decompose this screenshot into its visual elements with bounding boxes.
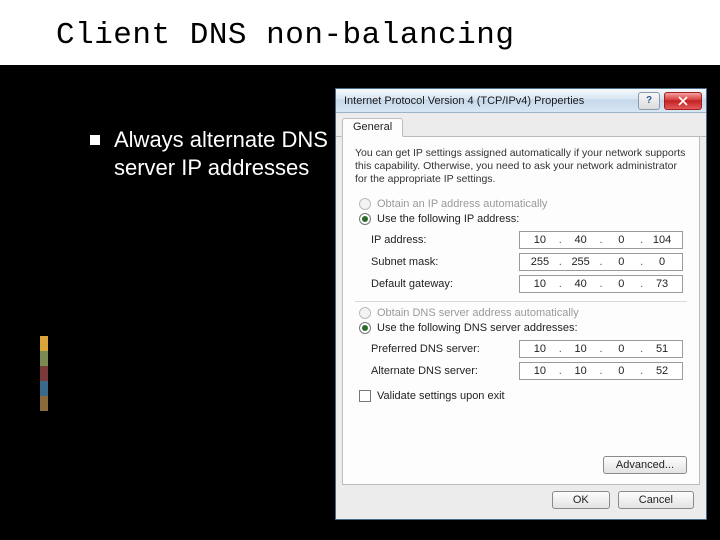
adns-input[interactable]: 10. 10. 0. 52 <box>519 362 683 380</box>
row-ip: IP address: 10. 40. 0. 104 <box>371 231 687 249</box>
radio-icon <box>359 322 371 334</box>
help-button[interactable]: ? <box>638 92 660 110</box>
radio-auto-ip[interactable]: Obtain an IP address automatically <box>359 198 687 210</box>
oct: 10 <box>527 365 553 377</box>
oct: 51 <box>649 343 675 355</box>
accent-stripe <box>40 336 48 411</box>
oct: 0 <box>608 343 634 355</box>
ip-input[interactable]: 10. 40. 0. 104 <box>519 231 683 249</box>
oct: 255 <box>527 256 553 268</box>
oct: 73 <box>649 278 675 290</box>
oct: 10 <box>527 278 553 290</box>
validate-label: Validate settings upon exit <box>377 390 505 402</box>
oct: 255 <box>568 256 594 268</box>
titlebar[interactable]: Internet Protocol Version 4 (TCP/IPv4) P… <box>336 89 706 113</box>
bullet-list: Always alternate DNS server IP addresses <box>90 126 340 182</box>
oct: 40 <box>568 234 594 246</box>
gw-label: Default gateway: <box>371 278 519 290</box>
advanced-button[interactable]: Advanced... <box>603 456 687 474</box>
ipv4-properties-dialog: Internet Protocol Version 4 (TCP/IPv4) P… <box>335 88 707 520</box>
oct: 10 <box>527 234 553 246</box>
gw-input[interactable]: 10. 40. 0. 73 <box>519 275 683 293</box>
bullet-text: Always alternate DNS server IP addresses <box>114 126 340 182</box>
tab-pane: You can get IP settings assigned automat… <box>342 137 700 485</box>
mask-input[interactable]: 255. 255. 0. 0 <box>519 253 683 271</box>
ok-button[interactable]: OK <box>552 491 610 509</box>
checkbox-icon <box>359 390 371 402</box>
dialog-footer: OK Cancel <box>336 491 706 519</box>
radio-auto-dns: Obtain DNS server address automatically <box>359 307 687 319</box>
oct: 0 <box>649 256 675 268</box>
slide-title: Client DNS non-balancing <box>0 0 720 65</box>
oct: 10 <box>568 365 594 377</box>
validate-checkbox-row[interactable]: Validate settings upon exit <box>359 390 687 402</box>
titlebar-text: Internet Protocol Version 4 (TCP/IPv4) P… <box>344 95 584 107</box>
radio-icon <box>359 213 371 225</box>
oct: 104 <box>649 234 675 246</box>
pdns-input[interactable]: 10. 10. 0. 51 <box>519 340 683 358</box>
radio-static-dns[interactable]: Use the following DNS server addresses: <box>359 322 687 334</box>
ip-label: IP address: <box>371 234 519 246</box>
oct: 52 <box>649 365 675 377</box>
ip-fields: IP address: 10. 40. 0. 104 Subnet mask: … <box>371 231 687 293</box>
tabstrip: General <box>336 113 706 137</box>
intro-text: You can get IP settings assigned automat… <box>355 147 687 186</box>
row-adns: Alternate DNS server: 10. 10. 0. 52 <box>371 362 687 380</box>
pdns-label: Preferred DNS server: <box>371 343 519 355</box>
radio-icon <box>359 198 371 210</box>
oct: 10 <box>568 343 594 355</box>
radio-icon <box>359 307 371 319</box>
dns-group: Obtain DNS server address automatically … <box>355 301 687 380</box>
radio-label: Obtain an IP address automatically <box>377 198 547 210</box>
cancel-button[interactable]: Cancel <box>618 491 694 509</box>
radio-label: Use the following IP address: <box>377 213 519 225</box>
oct: 40 <box>568 278 594 290</box>
row-gateway: Default gateway: 10. 40. 0. 73 <box>371 275 687 293</box>
bullet-item: Always alternate DNS server IP addresses <box>90 126 340 182</box>
dns-fields: Preferred DNS server: 10. 10. 0. 51 Alte… <box>371 340 687 380</box>
radio-label: Obtain DNS server address automatically <box>377 307 579 319</box>
bullet-marker <box>90 135 100 145</box>
row-pdns: Preferred DNS server: 10. 10. 0. 51 <box>371 340 687 358</box>
oct: 0 <box>608 365 634 377</box>
radio-label: Use the following DNS server addresses: <box>377 322 578 334</box>
mask-label: Subnet mask: <box>371 256 519 268</box>
oct: 10 <box>527 343 553 355</box>
oct: 0 <box>608 256 634 268</box>
close-button[interactable] <box>664 92 702 110</box>
adns-label: Alternate DNS server: <box>371 365 519 377</box>
oct: 0 <box>608 278 634 290</box>
tab-general[interactable]: General <box>342 118 403 137</box>
row-mask: Subnet mask: 255. 255. 0. 0 <box>371 253 687 271</box>
radio-static-ip[interactable]: Use the following IP address: <box>359 213 687 225</box>
close-icon <box>678 96 688 106</box>
oct: 0 <box>608 234 634 246</box>
